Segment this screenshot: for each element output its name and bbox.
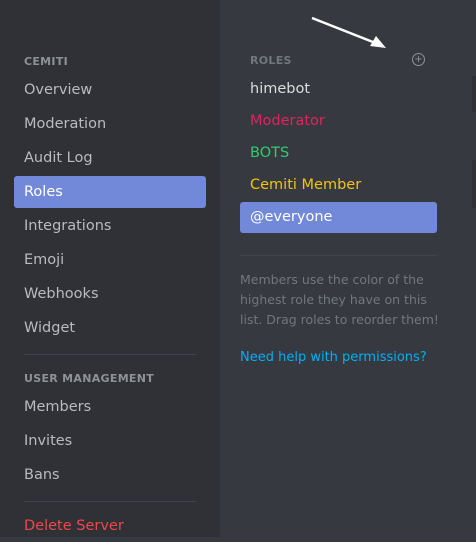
sidebar-item-members[interactable]: Members [14, 391, 206, 423]
user-management-header: USER MANAGEMENT [24, 372, 155, 385]
sidebar-item-emoji[interactable]: Emoji [14, 244, 206, 276]
cut-off-panel-field [472, 76, 476, 112]
sidebar-item-integrations[interactable]: Integrations [14, 210, 206, 242]
permissions-help-link[interactable]: Need help with permissions? [240, 350, 427, 365]
add-role-icon[interactable]: + [412, 53, 425, 66]
role-item-cemiti-member[interactable]: Cemiti Member [240, 170, 437, 201]
sidebar-divider [24, 354, 196, 355]
sidebar-item-moderation[interactable]: Moderation [14, 108, 206, 140]
roles-header: ROLES [250, 54, 292, 67]
sidebar-item-widget[interactable]: Widget [14, 312, 206, 344]
sidebar-item-audit-log[interactable]: Audit Log [14, 142, 206, 174]
role-item-bots[interactable]: BOTS [240, 138, 437, 169]
settings-sidebar: CEMITI Overview Moderation Audit Log Rol… [0, 0, 220, 537]
sidebar-item-webhooks[interactable]: Webhooks [14, 278, 206, 310]
server-section-header: CEMITI [24, 55, 69, 68]
roles-help-text: Members use the color of the highest rol… [240, 272, 439, 327]
role-item-moderator[interactable]: Moderator [240, 106, 437, 137]
sidebar-item-roles[interactable]: Roles [14, 176, 206, 208]
sidebar-item-overview[interactable]: Overview [14, 74, 206, 106]
role-item-everyone[interactable]: @everyone [240, 202, 437, 233]
roles-divider [240, 255, 437, 256]
delete-server-button[interactable]: Delete Server [14, 510, 206, 542]
cut-off-panel-field [472, 160, 476, 208]
arrow-pointer-icon [311, 16, 386, 48]
sidebar-item-bans[interactable]: Bans [14, 459, 206, 491]
role-item-himebot[interactable]: himebot [240, 74, 437, 105]
sidebar-divider [24, 501, 196, 502]
sidebar-item-invites[interactable]: Invites [14, 425, 206, 457]
